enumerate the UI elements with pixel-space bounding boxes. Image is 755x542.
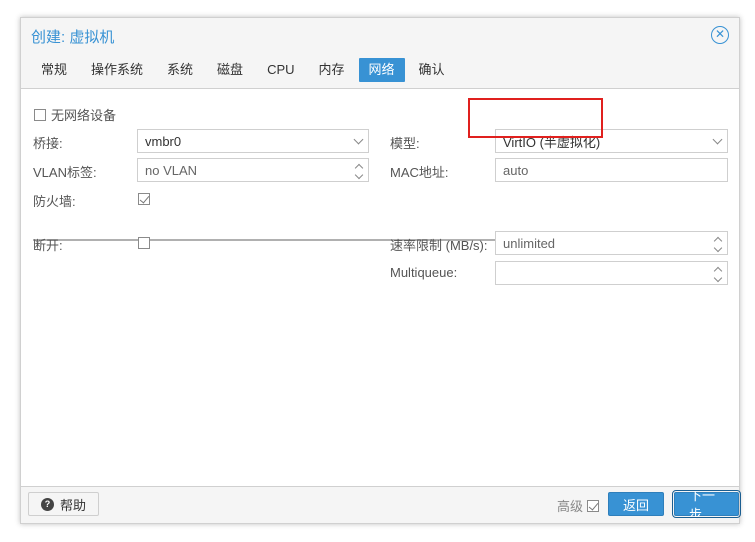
model-value: VirtIO (半虚拟化) (503, 134, 601, 150)
advanced-label: 高级 (556, 499, 583, 514)
create-vm-dialog: 创建: 虚拟机 ✕ 常规 操作系统 系统 磁盘 CPU 内存 网络 确认 无网络… (20, 17, 741, 524)
tab-memory[interactable]: 内存 (309, 58, 355, 82)
tab-bar: 常规 操作系统 系统 磁盘 CPU 内存 网络 确认 (31, 58, 459, 83)
tab-os[interactable]: 操作系统 (81, 58, 153, 82)
disconnect-label: 断开: (33, 238, 63, 253)
vlan-field[interactable]: no VLAN (137, 158, 369, 182)
advanced-checkbox[interactable] (587, 499, 599, 512)
rate-limit-value: unlimited (503, 235, 556, 251)
next-button[interactable]: 下一步 (672, 488, 741, 522)
mac-value: auto (503, 162, 529, 178)
dialog-title: 创建: 虚拟机 (31, 28, 115, 46)
no-network-label: 无网络设备 (51, 108, 117, 123)
vlan-label: VLAN标签: (33, 165, 97, 180)
back-button[interactable]: 返回 (608, 492, 665, 516)
firewall-label: 防火墙: (33, 194, 76, 209)
tab-network[interactable]: 网络 (358, 58, 405, 82)
rate-limit-field[interactable]: unlimited (495, 231, 728, 255)
tab-disk[interactable]: 磁盘 (207, 58, 253, 82)
vlan-value: no VLAN (145, 162, 198, 178)
spinner-icon[interactable] (354, 159, 364, 181)
dialog-titlebar: 创建: 虚拟机 ✕ (21, 18, 739, 54)
network-panel: 无网络设备 桥接: vmbr0 模型: VirtIO (半虚拟化) VLAN标签… (21, 88, 739, 487)
model-select[interactable]: VirtIO (半虚拟化) (495, 129, 728, 153)
back-label: 返回 (623, 497, 650, 513)
tab-general[interactable]: 常规 (31, 58, 77, 82)
model-label: 模型: (390, 136, 420, 151)
chevron-down-icon[interactable] (712, 130, 723, 152)
no-network-row: 无网络设备 (34, 105, 116, 124)
tab-confirm[interactable]: 确认 (409, 58, 455, 82)
dialog-footer: ? 帮助 高级 返回 下一步 (21, 486, 741, 523)
no-network-checkbox[interactable] (34, 108, 46, 121)
firewall-checkbox[interactable] (138, 193, 150, 205)
mac-field[interactable]: auto (495, 158, 728, 182)
bridge-label: 桥接: (33, 136, 63, 151)
tab-system[interactable]: 系统 (157, 58, 203, 82)
help-label: 帮助 (60, 497, 87, 513)
mac-label: MAC地址: (390, 165, 449, 180)
multiqueue-field[interactable] (495, 261, 728, 285)
bridge-value: vmbr0 (145, 133, 182, 149)
disconnect-checkbox[interactable] (138, 237, 150, 249)
close-icon[interactable]: ✕ (711, 26, 729, 44)
rate-limit-label: 速率限制 (MB/s): (390, 238, 488, 253)
multiqueue-label: Multiqueue: (390, 265, 458, 280)
bridge-select[interactable]: vmbr0 (137, 129, 369, 153)
spinner-icon[interactable] (713, 262, 723, 284)
tab-cpu[interactable]: CPU (257, 58, 304, 82)
help-icon: ? (41, 497, 54, 511)
chevron-down-icon[interactable] (353, 130, 364, 152)
spinner-icon[interactable] (713, 232, 723, 254)
next-label: 下一步 (689, 488, 716, 522)
help-button[interactable]: ? 帮助 (28, 492, 100, 516)
advanced-toggle[interactable]: 高级 (557, 496, 599, 515)
